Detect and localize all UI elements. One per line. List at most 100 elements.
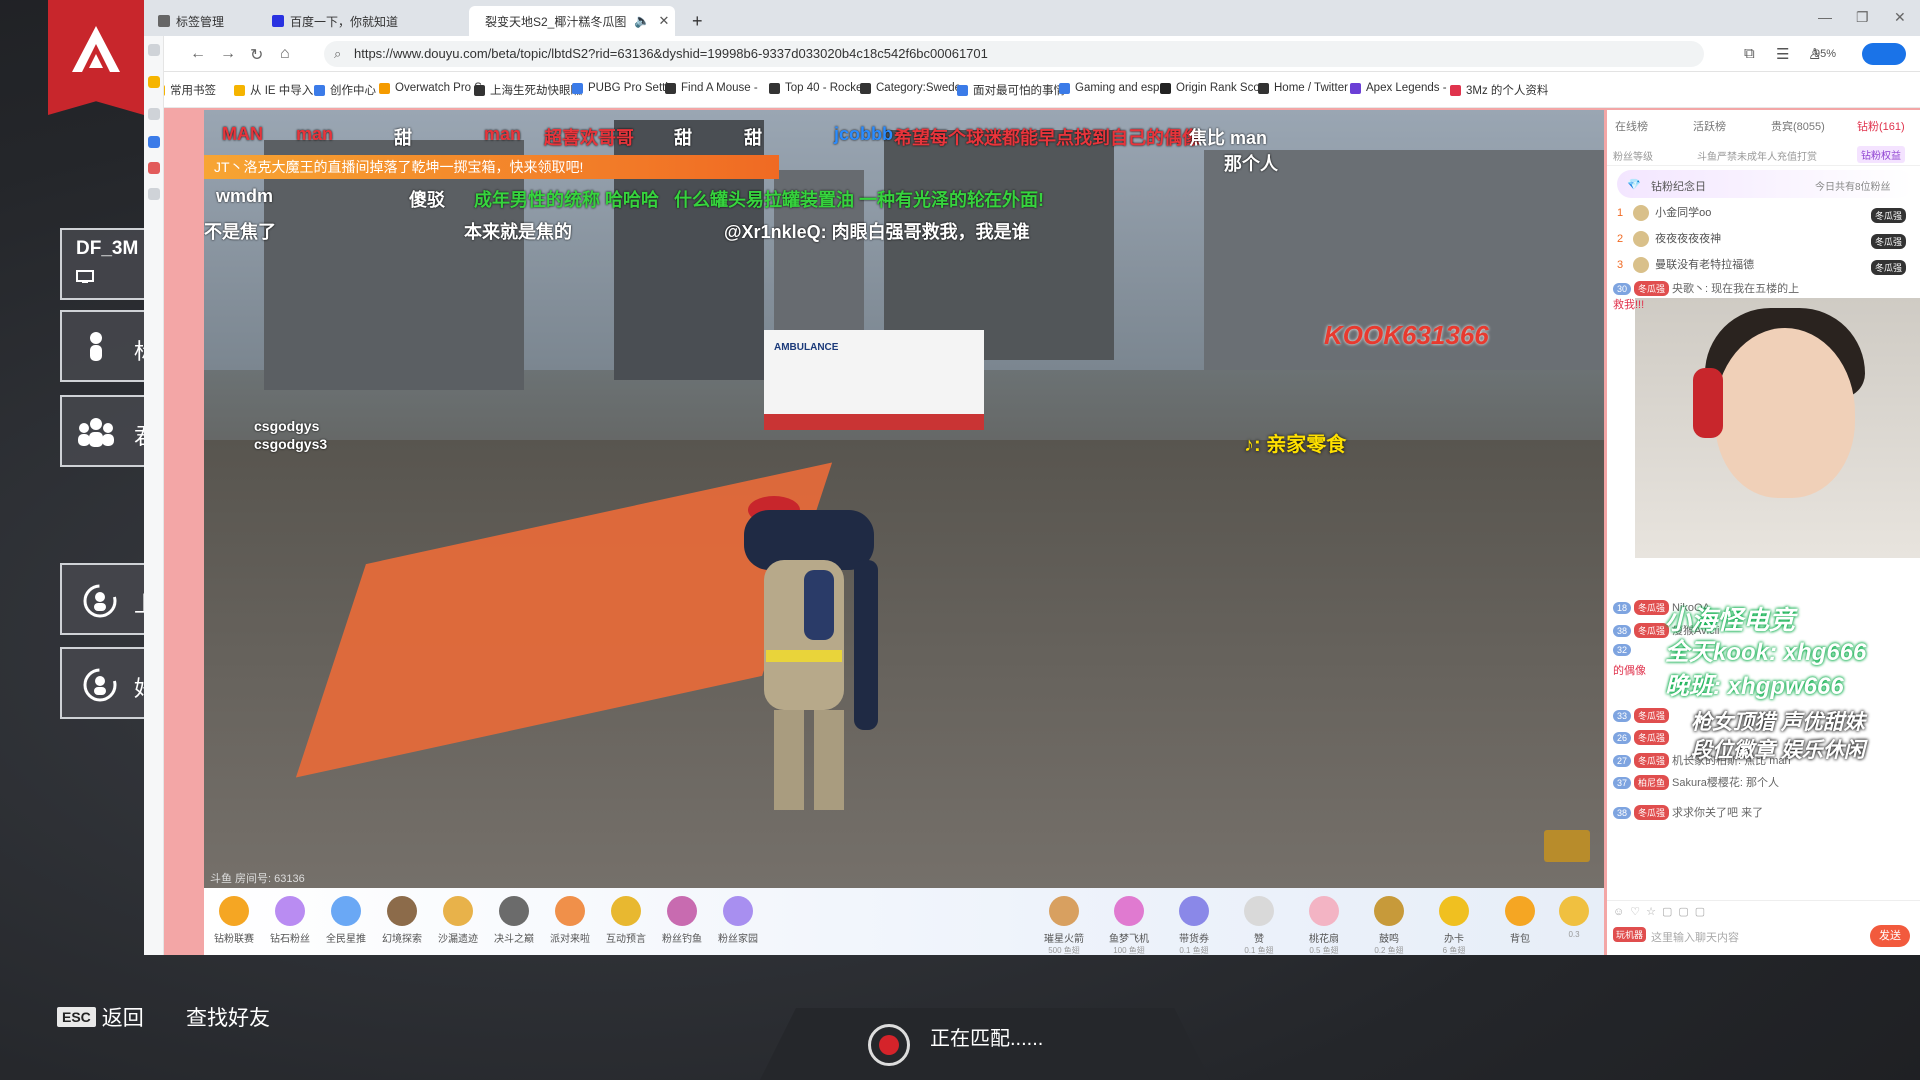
diamond-day-banner[interactable]: 💎 钻粉纪念日 今日共有8位粉丝 xyxy=(1617,170,1913,198)
bookmark-item[interactable]: 面对最可怕的事情 xyxy=(957,82,1065,98)
extensions-icon[interactable]: ⧉ xyxy=(1744,45,1755,62)
video-player[interactable]: AMBULANCE JT丶洛克大魔王的直播间掉落了乾坤一掷宝箱，快来领取吧! M… xyxy=(204,110,1604,888)
activity-item[interactable]: 互动预言 xyxy=(602,896,650,945)
bookmark-item[interactable]: Top 40 - Rocket xyxy=(769,82,866,94)
bookmark-item[interactable]: Find A Mouse - xyxy=(665,82,758,94)
send-button[interactable]: 发送 xyxy=(1870,925,1910,947)
activity-item[interactable]: 全民星推 xyxy=(322,896,370,945)
maximize-icon[interactable]: ❐ xyxy=(1856,9,1869,26)
profile-tile[interactable]: DF_3M xyxy=(60,228,146,300)
rank-row[interactable]: 3 曼联没有老特拉福德 冬瓜强 xyxy=(1617,256,1913,280)
speaker-icon[interactable]: 🔈 xyxy=(634,13,650,29)
rank-row[interactable]: 1 小金同学oo 冬瓜强 xyxy=(1617,204,1913,228)
tab-diamond[interactable]: 钻粉(161) xyxy=(1857,118,1905,134)
fire-icon xyxy=(1559,896,1589,926)
bookmark-item[interactable]: PUBG Pro Settin xyxy=(572,82,674,94)
close-window-icon[interactable]: ✕ xyxy=(1894,9,1906,26)
bookmark-item[interactable]: 从 IE 中导入 xyxy=(234,82,313,98)
tile-5[interactable]: 好 xyxy=(60,647,156,719)
activity-item[interactable]: 钻石粉丝 xyxy=(266,896,314,945)
tab-vip[interactable]: 贵宾(8055) xyxy=(1771,118,1825,134)
gift-item[interactable]: 办卡 6 鱼翅 xyxy=(1430,896,1478,956)
bookmark-item[interactable]: Gaming and esp xyxy=(1059,82,1159,94)
new-tab-button[interactable]: + xyxy=(682,6,713,36)
backpack-button[interactable]: 背包 xyxy=(1496,896,1544,945)
close-tab-icon[interactable]: ✕ xyxy=(659,13,670,29)
chat-message[interactable]: 37 柏尼鱼 Sakura樱樱花: 那个人 xyxy=(1613,774,1779,790)
bookmark-item[interactable]: Category:Swede xyxy=(860,82,961,94)
chat-message[interactable]: 26 冬瓜强 xyxy=(1613,730,1672,745)
menu-icon[interactable]: ☰ xyxy=(1776,45,1789,63)
forward-icon[interactable]: → xyxy=(220,45,236,63)
bookmark-icon xyxy=(474,84,485,96)
gift-price: 0.5 鱼翅 xyxy=(1309,946,1339,955)
reload-icon[interactable]: ↻ xyxy=(250,45,263,65)
cloud-sync-button[interactable] xyxy=(1862,43,1906,65)
player-badge-button[interactable]: 玩机器 xyxy=(1613,927,1647,942)
activity-item[interactable]: 粉丝家园 xyxy=(714,896,762,945)
tab-manager[interactable]: 标签管理 xyxy=(148,6,234,36)
emoji-toolbar-icon[interactable]: ☺♡☆▢▢▢ xyxy=(1613,905,1711,918)
home-icon[interactable]: ⌂ xyxy=(280,45,290,63)
esc-back-button[interactable]: ESC 返回 xyxy=(57,1002,144,1032)
activity-item[interactable]: 幻境探索 xyxy=(378,896,426,945)
chat-message[interactable]: 30 冬瓜强 央歌丶: 现在我在五楼的上 xyxy=(1613,280,1799,296)
gift-name: 鼓鸣 xyxy=(1379,934,1399,945)
viewer-name: csgodgys xyxy=(254,418,320,434)
activity-icon xyxy=(555,896,585,926)
add-app-icon[interactable] xyxy=(148,188,160,200)
fan-badge: 冬瓜强 xyxy=(1634,281,1670,296)
gift-item[interactable]: 桃花扇 0.5 鱼翅 xyxy=(1300,896,1348,956)
bookmark-item[interactable]: Home / Twitter xyxy=(1258,82,1348,94)
bookmark-item[interactable]: 上海生死劫快眼瞧 xyxy=(474,82,582,98)
fan-badge: 冬瓜强 xyxy=(1870,234,1906,249)
account-icon[interactable]: ♙ xyxy=(1808,45,1821,63)
gift-item[interactable]: 鼓鸣 0.2 鱼翅 xyxy=(1365,896,1413,956)
back-icon[interactable]: ← xyxy=(190,45,206,63)
ambulance: AMBULANCE xyxy=(764,330,984,430)
gift-item[interactable]: 赞 0.1 鱼翅 xyxy=(1235,896,1283,956)
tile-2[interactable]: 标 xyxy=(60,310,156,382)
swap-icon[interactable] xyxy=(148,108,160,120)
fan-benefit-button[interactable]: 钻粉权益 xyxy=(1857,146,1905,163)
tab-douyu[interactable]: 裂变天地S2_椰汁糕冬瓜图 🔈 ✕ xyxy=(469,6,675,36)
search-app-icon[interactable] xyxy=(148,136,160,148)
tab-online[interactable]: 在线榜 xyxy=(1615,118,1648,134)
gift-banner[interactable]: JT丶洛克大魔王的直播间掉落了乾坤一掷宝箱，快来领取吧! xyxy=(204,155,779,179)
gift-item[interactable]: 鱼梦飞机 100 鱼翅 xyxy=(1105,896,1153,956)
tile-4[interactable]: 上 xyxy=(60,563,156,635)
bookmark-item[interactable]: 3Mz 的个人资料 xyxy=(1450,82,1548,98)
chat-message[interactable]: 32 xyxy=(1613,644,1634,656)
tab-baidu[interactable]: 百度一下，你就知道 xyxy=(262,6,408,36)
minimize-icon[interactable]: — xyxy=(1818,9,1832,25)
backpack-label: 背包 xyxy=(1510,934,1530,945)
chat-message[interactable]: 38 冬瓜强 求求你关了吧 来了 xyxy=(1613,804,1763,820)
chat-message[interactable]: 33 冬瓜强 xyxy=(1613,708,1672,723)
activity-item[interactable]: 粉丝钓鱼 xyxy=(658,896,706,945)
activity-item[interactable]: 沙漏遗迹 xyxy=(434,896,482,945)
rank-row[interactable]: 2 夜夜夜夜夜神 冬瓜强 xyxy=(1617,230,1913,254)
tile-3[interactable]: 君 xyxy=(60,395,156,467)
chat-input[interactable]: 这里输入聊天内容 xyxy=(1651,929,1739,945)
fan-level-label[interactable]: 粉丝等级 xyxy=(1613,148,1653,163)
tab-active[interactable]: 活跃榜 xyxy=(1693,118,1726,134)
star-icon[interactable] xyxy=(148,76,160,88)
url-field[interactable]: ⌕ https://www.douyu.com/beta/topic/lbtdS… xyxy=(324,41,1836,67)
activity-item[interactable]: 派对来啦 xyxy=(546,896,594,945)
activity-item[interactable]: 决斗之巅 xyxy=(490,896,538,945)
bookmark-item[interactable]: Apex Legends - xyxy=(1350,82,1447,94)
find-friends-button[interactable]: 查找好友 xyxy=(186,1002,270,1032)
bookmark-item[interactable]: Origin Rank Sco xyxy=(1160,82,1260,94)
gift-item[interactable]: 带货券 0.1 鱼翅 xyxy=(1170,896,1218,956)
chat-message[interactable]: 救我!!! xyxy=(1613,296,1644,312)
activity-item[interactable]: 钻粉联赛 xyxy=(210,896,258,945)
weibo-icon[interactable] xyxy=(148,162,160,174)
bookmark-item[interactable]: 创作中心 xyxy=(314,82,376,98)
gift-item[interactable]: 璀星火箭 500 鱼翅 xyxy=(1040,896,1088,956)
chat-message[interactable]: 的偶像 xyxy=(1613,662,1646,678)
browser-window: 标签管理 百度一下，你就知道 裂变天地S2_椰汁糕冬瓜图 🔈 ✕ + — ❐ ✕ ←… xyxy=(144,0,1920,955)
player-avatar-button[interactable] xyxy=(1544,830,1590,862)
bookmark-item[interactable]: Overwatch Pro S xyxy=(379,82,482,94)
gift-price: 0.1 鱼翅 xyxy=(1179,946,1209,955)
collapse-icon[interactable] xyxy=(148,44,160,56)
